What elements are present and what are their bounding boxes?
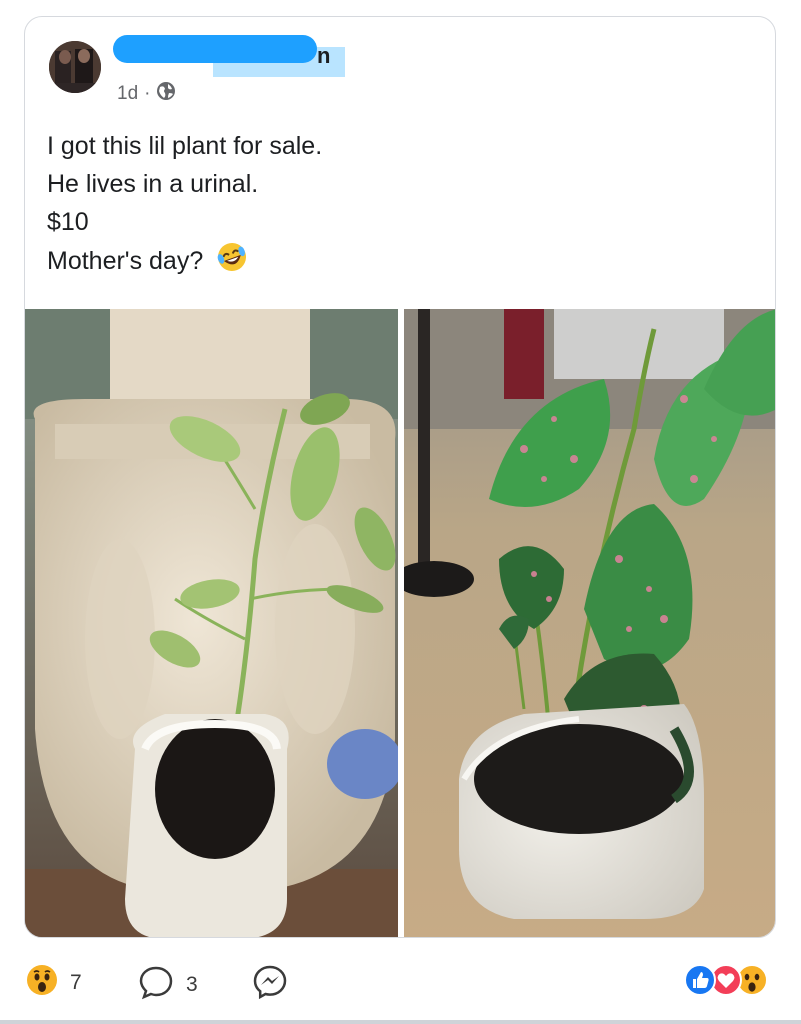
post-photos xyxy=(25,309,775,937)
post-card: n 1d · I got this lil plant for sale. He… xyxy=(24,16,776,938)
author-name[interactable]: n xyxy=(317,43,330,69)
wow-count: 7 xyxy=(70,971,82,994)
post-footer: 7 3 xyxy=(0,944,801,1014)
comment-icon xyxy=(138,964,174,1006)
post-line-2: He lives in a urinal. xyxy=(47,170,259,198)
post-line-1: I got this lil plant for sale. xyxy=(47,132,323,160)
globe-icon xyxy=(156,81,176,107)
messenger-share-button[interactable] xyxy=(252,964,288,1006)
post-line-4: Mother's day? xyxy=(47,241,747,284)
author-name-redaction xyxy=(113,35,317,63)
wow-emoji-icon xyxy=(26,964,58,1002)
rolling-laughing-emoji-icon xyxy=(216,241,248,284)
wow-reaction-button[interactable]: 7 xyxy=(26,964,82,1002)
post-line-3: $10 xyxy=(47,208,89,236)
comment-button[interactable]: 3 xyxy=(138,964,198,1006)
post-time[interactable]: 1d xyxy=(117,83,138,105)
like-reaction-icon xyxy=(684,964,716,1002)
post-line-4-text: Mother's day? xyxy=(47,247,204,276)
photo-2[interactable] xyxy=(404,309,775,937)
photo-1[interactable] xyxy=(25,309,398,937)
post-meta: 1d · xyxy=(117,81,176,107)
post-text: I got this lil plant for sale. He lives … xyxy=(47,127,747,284)
comment-count: 3 xyxy=(186,973,198,996)
author-avatar[interactable] xyxy=(49,41,101,93)
reaction-summary[interactable] xyxy=(684,964,768,1002)
messenger-icon xyxy=(252,964,288,1006)
meta-dot: · xyxy=(144,83,151,104)
bottom-divider xyxy=(0,1020,801,1024)
